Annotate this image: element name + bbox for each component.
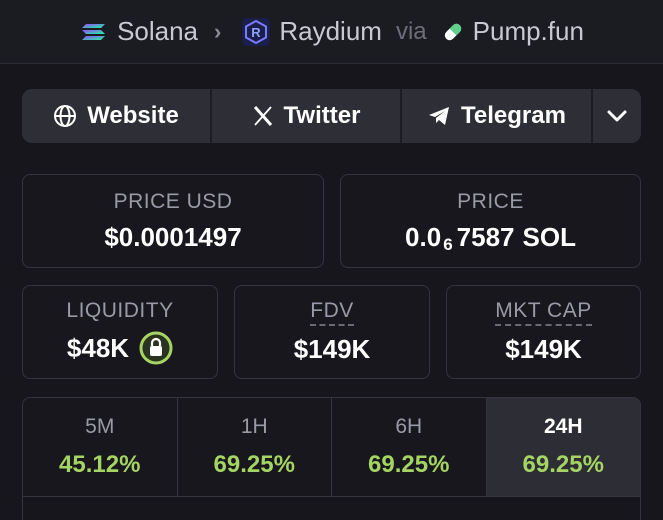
change-value: 69.25% bbox=[368, 451, 450, 478]
liquidity-value: $48K bbox=[66, 332, 130, 363]
x-logo-icon bbox=[253, 106, 272, 126]
fdv-card: FDV $149K bbox=[234, 285, 430, 379]
website-label: Website bbox=[87, 102, 179, 129]
price-native-value: 0.0 6 7587 SOL bbox=[405, 221, 576, 255]
more-links-button[interactable] bbox=[593, 89, 641, 143]
liquidity-card: LIQUIDITY $48K bbox=[22, 285, 218, 379]
launchpad-name: Pump.fun bbox=[472, 16, 584, 46]
breadcrumb: Solana › R Raydium via Pump.fun bbox=[0, 0, 663, 64]
social-links: Website Twitter Telegram bbox=[22, 89, 641, 143]
price-native-card: PRICE 0.0 6 7587 SOL bbox=[340, 174, 641, 268]
price-change-tabs: 5M 45.12% 1H 69.25% 6H 69.25% 24H 69.25% bbox=[22, 397, 641, 497]
change-value: 69.25% bbox=[213, 451, 295, 478]
price-usd-label: PRICE USD bbox=[113, 189, 233, 213]
mkt-cap-card: MKT CAP $149K bbox=[446, 285, 641, 379]
price-native-prefix: 0.0 bbox=[405, 221, 442, 252]
via-text: via bbox=[395, 17, 427, 45]
dex-name: Raydium bbox=[279, 16, 382, 46]
solana-icon bbox=[82, 23, 106, 40]
twitter-label: Twitter bbox=[283, 102, 361, 129]
lock-icon[interactable] bbox=[139, 331, 173, 365]
launchpad-crumb[interactable]: Pump.fun bbox=[441, 16, 584, 47]
website-button[interactable]: Website bbox=[22, 89, 212, 143]
period-label: 1H bbox=[240, 415, 268, 438]
pill-icon bbox=[444, 23, 461, 40]
period-label: 24H bbox=[543, 415, 583, 438]
twitter-button[interactable]: Twitter bbox=[212, 89, 402, 143]
liquidity-label: LIQUIDITY bbox=[66, 299, 174, 322]
mkt-cap-value: $149K bbox=[505, 334, 582, 364]
chain-crumb[interactable]: Solana bbox=[79, 16, 198, 47]
fdv-label[interactable]: FDV bbox=[310, 299, 354, 326]
svg-text:R: R bbox=[252, 25, 262, 40]
fdv-value: $149K bbox=[293, 334, 371, 364]
price-native-zeros: 6 bbox=[443, 235, 453, 254]
period-label: 6H bbox=[395, 415, 423, 438]
tab-1h[interactable]: 1H 69.25% bbox=[178, 398, 332, 496]
chevron-right-icon: › bbox=[214, 18, 222, 44]
price-native-unit: SOL bbox=[522, 221, 576, 252]
tab-24h[interactable]: 24H 69.25% bbox=[486, 398, 640, 496]
telegram-label: Telegram bbox=[461, 102, 566, 129]
liquidity-value-row: $48K bbox=[67, 331, 173, 365]
change-value: 45.12% bbox=[59, 451, 141, 478]
price-native-label: PRICE bbox=[457, 189, 524, 213]
tab-5m[interactable]: 5M 45.12% bbox=[23, 398, 178, 496]
globe-icon bbox=[54, 105, 77, 127]
change-value: 69.25% bbox=[522, 451, 604, 478]
tab-6h[interactable]: 6H 69.25% bbox=[332, 398, 487, 496]
telegram-icon bbox=[429, 107, 450, 125]
telegram-button[interactable]: Telegram bbox=[402, 89, 593, 143]
chain-name: Solana bbox=[117, 16, 199, 46]
price-usd-value: $0.0001497 bbox=[104, 221, 242, 252]
price-usd-card: PRICE USD $0.0001497 bbox=[22, 174, 324, 268]
stats-panel-body bbox=[22, 497, 641, 520]
price-native-digits: 7587 bbox=[456, 221, 515, 252]
mkt-cap-label[interactable]: MKT CAP bbox=[495, 299, 592, 326]
period-label: 5M bbox=[85, 415, 115, 438]
chevron-down-icon bbox=[607, 110, 627, 122]
dex-crumb[interactable]: R Raydium bbox=[241, 16, 382, 47]
raydium-icon: R bbox=[242, 17, 271, 46]
